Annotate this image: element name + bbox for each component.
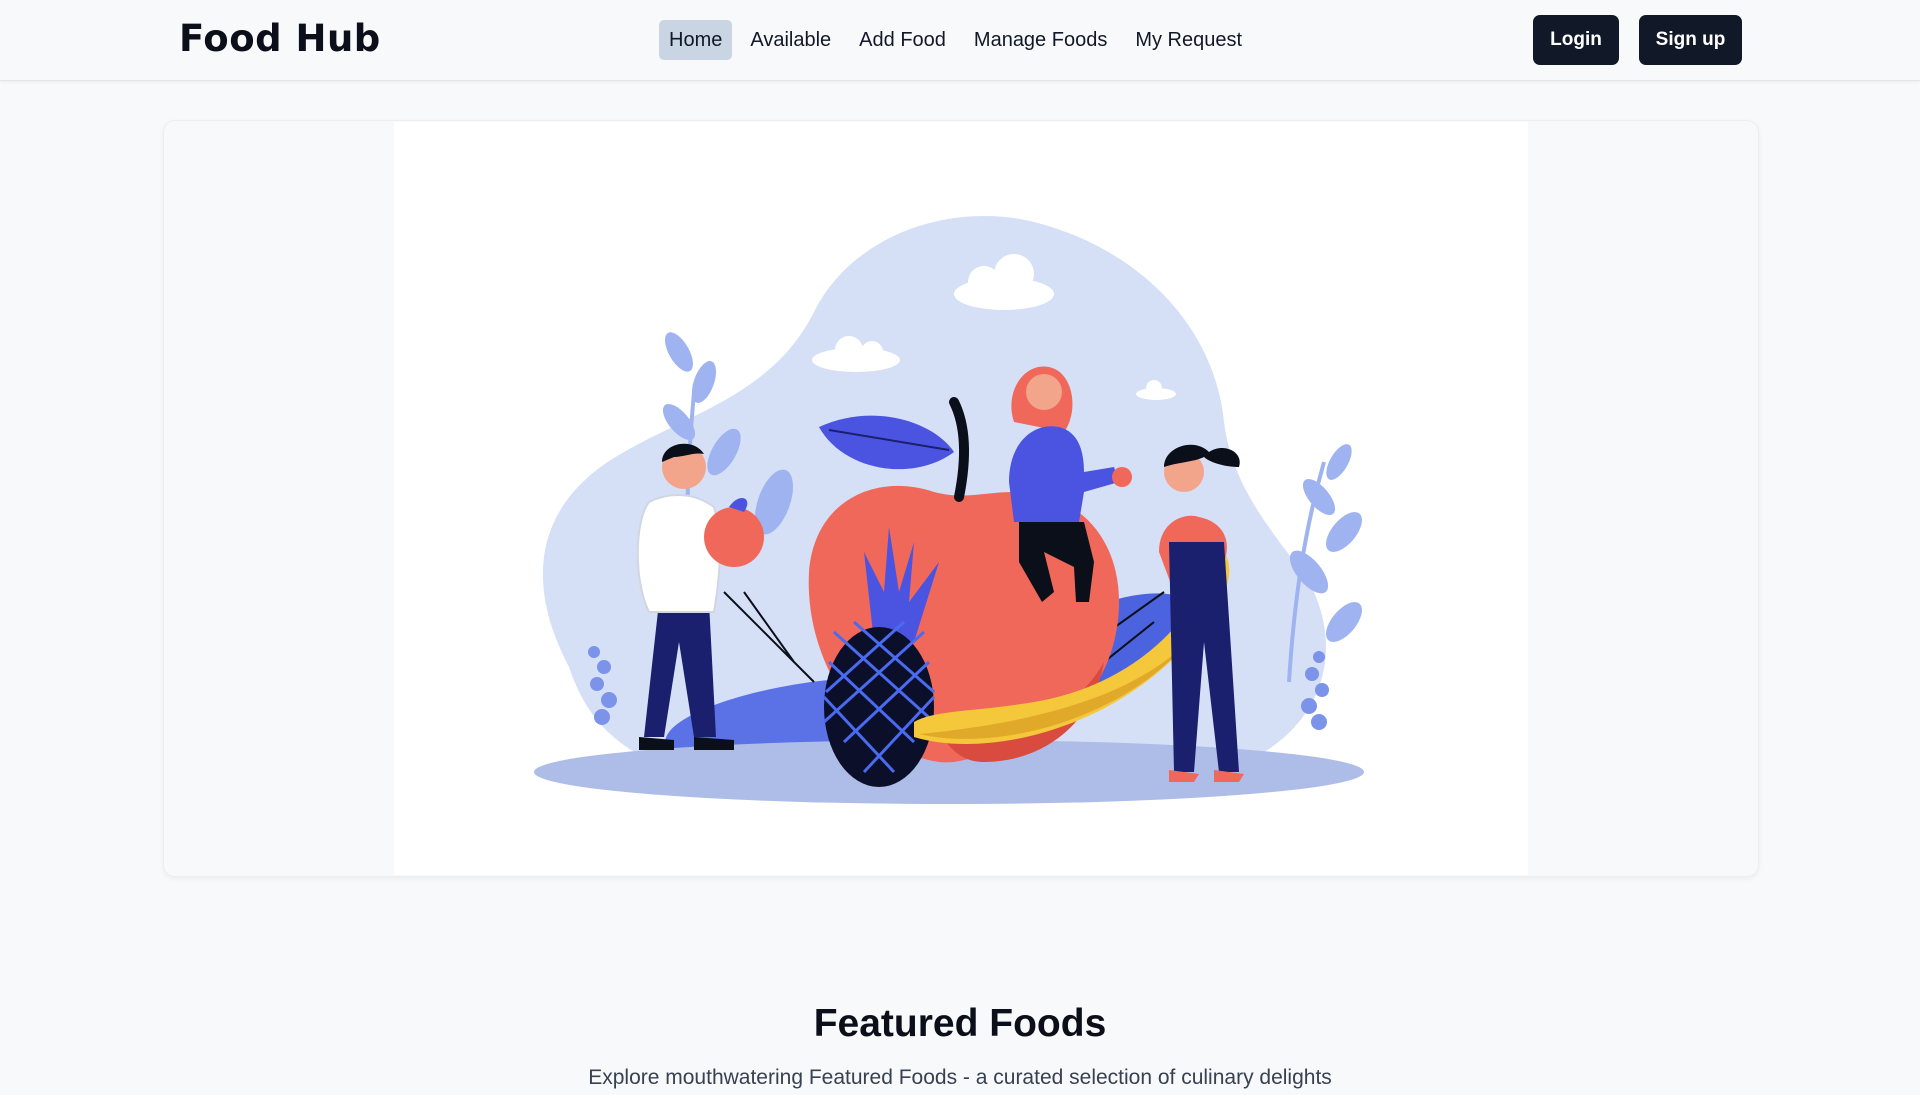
nav-item-add-food[interactable]: Add Food [849,20,956,60]
navbar: Food Hub Home Available Add Food Manage … [0,0,1920,81]
featured-foods-subtitle: Explore mouthwatering Featured Foods - a… [588,1066,1332,1089]
signup-button[interactable]: Sign up [1639,15,1742,65]
nav-item-home[interactable]: Home [659,20,733,60]
featured-foods-title: Featured Foods [813,1002,1107,1046]
nav-item-manage-foods[interactable]: Manage Foods [964,20,1117,60]
hero-illustration [394,122,1528,875]
hero-banner [163,120,1759,877]
main-nav: Home Available Add Food Manage Foods My … [659,20,1252,60]
brand-logo[interactable]: Food Hub [179,17,381,60]
nav-item-available[interactable]: Available [740,20,841,60]
fruit-people-illustration [534,216,1364,804]
login-button[interactable]: Login [1533,15,1619,65]
nav-item-my-request[interactable]: My Request [1125,20,1252,60]
